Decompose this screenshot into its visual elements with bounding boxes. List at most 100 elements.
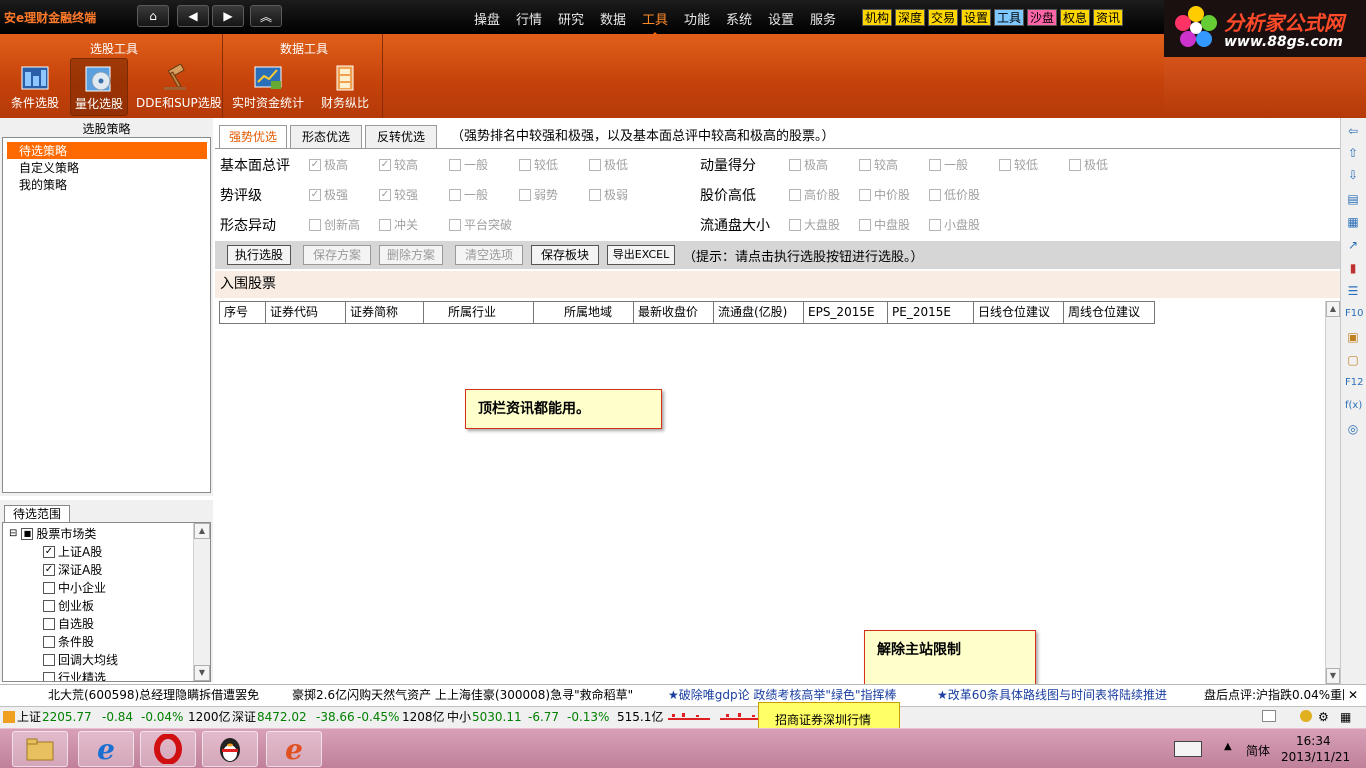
range-item-sme[interactable]: 中小企业	[43, 579, 106, 596]
formula-icon[interactable]: f(x)	[1345, 398, 1362, 414]
book-icon[interactable]: ▤	[1345, 191, 1361, 207]
scroll-up-icon[interactable]: ▲	[194, 523, 210, 539]
option-checkbox[interactable]: 一般	[449, 186, 488, 203]
tree-root[interactable]: ⊟ ■ 股票市场类	[9, 525, 96, 542]
back-button[interactable]: ◀	[177, 5, 209, 27]
column-header[interactable]: 证券代码	[266, 302, 346, 323]
scroll-up-icon[interactable]: ▲	[1326, 301, 1340, 317]
run-select-button[interactable]: 执行选股	[227, 245, 291, 265]
column-header[interactable]: PE_2015E	[888, 302, 974, 323]
column-header[interactable]: 周线仓位建议	[1064, 302, 1154, 323]
clock-time[interactable]: 16:34	[1296, 734, 1331, 748]
option-checkbox[interactable]: ✓ 较高	[379, 156, 418, 173]
line-chart-icon[interactable]: ↗	[1345, 237, 1361, 253]
list-icon[interactable]: ☰	[1345, 283, 1361, 299]
keyboard-icon[interactable]	[1174, 741, 1202, 757]
option-checkbox[interactable]: 高价股	[789, 186, 840, 203]
option-checkbox[interactable]: 较高	[859, 156, 898, 173]
option-checkbox[interactable]: 弱势	[519, 186, 558, 203]
column-header[interactable]: 证券简称	[346, 302, 424, 323]
home-button[interactable]: ⌂	[137, 5, 169, 27]
option-checkbox[interactable]: 一般	[449, 156, 488, 173]
arrow-up-icon[interactable]: ⇧	[1345, 145, 1361, 161]
signal-icon[interactable]: ⚙	[1318, 707, 1329, 728]
taskbar-ie[interactable]: e	[78, 731, 134, 767]
forward-button[interactable]: ▶	[212, 5, 244, 27]
clock-date[interactable]: 2013/11/21	[1281, 750, 1350, 764]
checkbox[interactable]	[43, 671, 55, 681]
dde-sup-select-button[interactable]: DDE和SUP选股	[136, 58, 222, 116]
quick-rights[interactable]: 权息	[1060, 9, 1091, 26]
option-checkbox[interactable]: 冲关	[379, 216, 418, 233]
tree-checkbox[interactable]: ■	[21, 527, 34, 540]
option-checkbox[interactable]: 低价股	[929, 186, 980, 203]
self-select-icon[interactable]: ▢	[1345, 352, 1361, 368]
option-checkbox[interactable]: 创新高	[309, 216, 360, 233]
collapse-icon[interactable]: ⊟	[9, 528, 17, 539]
option-checkbox[interactable]: 小盘股	[929, 216, 980, 233]
option-checkbox[interactable]: ✓ 极高	[309, 156, 348, 173]
note-icon[interactable]: ▣	[1345, 329, 1361, 345]
option-checkbox[interactable]: 平台突破	[449, 216, 512, 233]
f12-icon[interactable]: F12	[1345, 375, 1363, 391]
column-header[interactable]: 所属行业	[424, 302, 534, 323]
scroll-down-icon[interactable]: ▼	[194, 665, 210, 681]
option-checkbox[interactable]: ✓ 极强	[309, 186, 348, 203]
show-hidden-icons-icon[interactable]: ▲	[1224, 741, 1232, 752]
table-icon[interactable]: ▦	[1345, 214, 1361, 230]
option-checkbox[interactable]: 大盘股	[789, 216, 840, 233]
settings-circle-icon[interactable]: ◎	[1345, 421, 1361, 437]
scroll-down-icon[interactable]: ▼	[1326, 668, 1340, 684]
range-item-sh-a[interactable]: ✓ 上证A股	[43, 543, 102, 560]
realtime-fund-stats-button[interactable]: 实时资金统计	[230, 58, 306, 116]
checkbox-checked[interactable]: ✓	[43, 545, 55, 558]
taskbar-explorer[interactable]	[12, 731, 68, 767]
checkbox[interactable]	[43, 635, 55, 648]
condition-select-button[interactable]: 条件选股	[6, 58, 64, 116]
connection-icon[interactable]	[1300, 710, 1312, 722]
tab-reversal[interactable]: 反转优选	[365, 125, 437, 148]
strategy-item-mine[interactable]: 我的策略	[19, 176, 67, 193]
quick-settings[interactable]: 设置	[961, 9, 992, 26]
arrow-left-icon[interactable]: ⇦	[1345, 123, 1361, 139]
ticker-item[interactable]: 北大荒(600598)总经理隐瞒拆借遭罢免	[48, 685, 259, 706]
strategy-item-custom[interactable]: 自定义策略	[19, 159, 79, 176]
menu-quotes[interactable]: 行情	[516, 9, 542, 28]
checkbox[interactable]	[43, 653, 55, 666]
menu-trade[interactable]: 操盘	[474, 9, 500, 28]
option-checkbox[interactable]: 极低	[1069, 156, 1108, 173]
option-checkbox[interactable]: 一般	[929, 156, 968, 173]
quick-news[interactable]: 资讯	[1093, 9, 1124, 26]
column-header[interactable]: EPS_2015E	[804, 302, 888, 323]
menu-settings[interactable]: 设置	[768, 9, 794, 28]
candle-chart-icon[interactable]: ▮	[1345, 260, 1361, 276]
up-button[interactable]: ︽	[250, 5, 282, 27]
f10-icon[interactable]: F10	[1345, 306, 1363, 322]
keyboard-status-icon[interactable]	[1262, 710, 1276, 722]
export-excel-button[interactable]: 导出EXCEL	[607, 245, 675, 265]
taskbar-app-terminal[interactable]: e	[266, 731, 322, 767]
range-item-sz-a[interactable]: ✓ 深证A股	[43, 561, 102, 578]
option-checkbox[interactable]: 极低	[589, 156, 628, 173]
tab-pattern[interactable]: 形态优选	[290, 125, 362, 148]
ticker-item[interactable]: 豪掷2.6亿闪购天然气资产 上上海佳豪(300008)急寻"救命稻草"	[292, 685, 633, 706]
column-header[interactable]: 日线仓位建议	[974, 302, 1064, 323]
quick-trade[interactable]: 交易	[928, 9, 959, 26]
ime-indicator[interactable]: 简体	[1246, 742, 1270, 759]
tab-strong[interactable]: 强势优选	[219, 125, 287, 148]
range-item-condition[interactable]: 条件股	[43, 633, 94, 650]
quant-select-button[interactable]: 量化选股	[70, 58, 128, 116]
ticker-item[interactable]: ★改革60条具体路线图与时间表将陆续推进	[937, 685, 1167, 706]
menu-functions[interactable]: 功能	[684, 9, 710, 28]
menu-tools[interactable]: 工具	[642, 9, 668, 37]
option-checkbox[interactable]: 中盘股	[859, 216, 910, 233]
checkbox[interactable]	[43, 599, 55, 612]
delete-plan-button[interactable]: 删除方案	[379, 245, 443, 265]
quick-institution[interactable]: 机构	[862, 9, 893, 26]
taskbar-opera[interactable]	[140, 731, 196, 767]
option-checkbox[interactable]: 较低	[999, 156, 1038, 173]
range-item-industry[interactable]: 行业精选	[43, 669, 106, 681]
save-block-button[interactable]: 保存板块	[531, 245, 599, 265]
arrow-down-icon[interactable]: ⇩	[1345, 167, 1361, 183]
range-item-watchlist[interactable]: 自选股	[43, 615, 94, 632]
